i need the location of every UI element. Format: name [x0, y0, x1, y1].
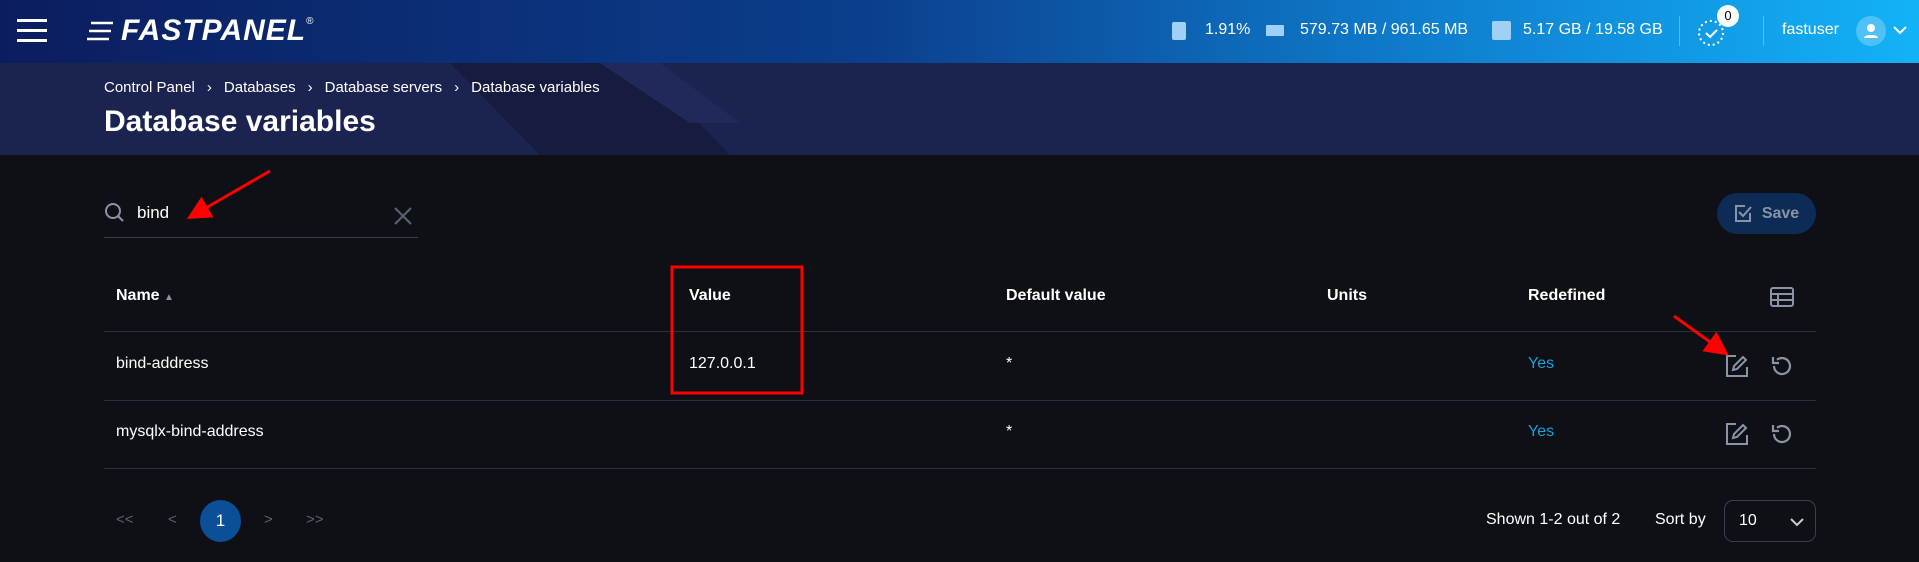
breadcrumb-item[interactable]: Control Panel: [104, 79, 195, 96]
logo-icon: [87, 21, 113, 41]
row-value: 127.0.0.1: [689, 355, 756, 372]
username[interactable]: fastuser: [1782, 21, 1839, 39]
shown-count: Shown 1-2 out of 2: [1486, 511, 1621, 528]
edit-icon[interactable]: [1725, 354, 1749, 378]
sort-asc-icon: ▲: [164, 292, 174, 303]
search-icon: [105, 203, 124, 222]
row-redefined: Yes: [1528, 355, 1555, 372]
save-button[interactable]: Save: [1717, 193, 1816, 234]
annotation-highlight-box: [670, 265, 804, 395]
chevron-down-icon[interactable]: [1893, 25, 1907, 35]
clear-search-icon[interactable]: [393, 206, 413, 226]
column-header-units: Units: [1327, 287, 1367, 304]
top-header: FASTPANEL ® 1.91% 579.73 MB / 961.65 MB …: [0, 0, 1919, 63]
logo[interactable]: FASTPANEL ®: [87, 14, 314, 48]
search-input[interactable]: bind: [137, 203, 169, 223]
tasks-badge: 0: [1717, 5, 1739, 27]
row-name: bind-address: [116, 355, 209, 372]
tasks-button[interactable]: 0: [1697, 5, 1739, 48]
row-name: mysqlx-bind-address: [116, 423, 264, 440]
user-icon: [1864, 24, 1878, 38]
prev-page-button[interactable]: <: [168, 511, 177, 528]
row-default: *: [1006, 355, 1013, 372]
reset-icon[interactable]: [1770, 354, 1794, 378]
hamburger-menu-icon[interactable]: [17, 19, 47, 43]
column-header-default: Default value: [1006, 287, 1106, 304]
chevron-down-icon: [1790, 518, 1804, 527]
column-header-value: Value: [689, 287, 731, 304]
breadcrumb: Control Panel › Databases › Database serve…: [104, 79, 600, 96]
cpu-usage: 1.91%: [1205, 21, 1251, 38]
avatar[interactable]: [1856, 16, 1886, 46]
next-page-button[interactable]: >: [264, 511, 273, 528]
disk-icon: [1492, 21, 1511, 40]
annotation-arrow: [1673, 314, 1729, 356]
edit-icon[interactable]: [1725, 422, 1749, 446]
page-1-button[interactable]: 1: [200, 500, 241, 542]
ram-usage: 579.73 MB / 961.65 MB: [1300, 21, 1469, 38]
page-banner: Control Panel › Databases › Database serve…: [0, 63, 1919, 155]
breadcrumb-item[interactable]: Database servers: [325, 79, 443, 96]
row-redefined: Yes: [1528, 423, 1555, 440]
cpu-icon: [1172, 22, 1186, 40]
sort-by-label: Sort by: [1655, 511, 1706, 528]
last-page-button[interactable]: >>: [306, 511, 324, 528]
checkbox-check-icon: [1734, 205, 1752, 222]
column-header-name[interactable]: Name ▲: [116, 287, 174, 305]
first-page-button[interactable]: <<: [116, 511, 134, 528]
column-settings-icon[interactable]: [1770, 287, 1794, 307]
breadcrumb-item: Database variables: [471, 79, 600, 96]
per-page-select[interactable]: 10: [1724, 500, 1816, 542]
search-field[interactable]: bind: [104, 196, 418, 238]
disk-usage: 5.17 GB / 19.58 GB: [1523, 21, 1663, 38]
column-header-redefined: Redefined: [1528, 287, 1606, 304]
page-title: Database variables: [104, 105, 376, 138]
ram-icon: [1266, 25, 1284, 36]
reset-icon[interactable]: [1770, 422, 1794, 446]
breadcrumb-item[interactable]: Databases: [224, 79, 296, 96]
row-default: *: [1006, 423, 1013, 440]
